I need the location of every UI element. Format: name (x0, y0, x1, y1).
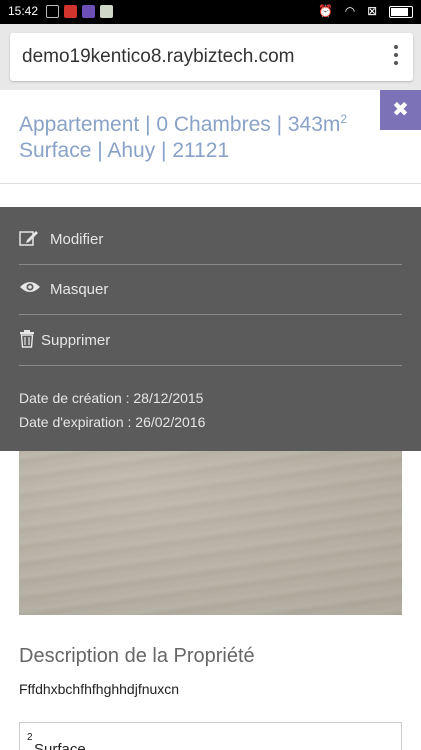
surface-superscript: 2 (27, 732, 33, 743)
menu-item-supprimer[interactable]: Supprimer (19, 316, 402, 366)
edit-icon (19, 229, 41, 249)
expiration-date: Date d'expiration : 26/02/2016 (19, 414, 206, 430)
eye-icon (19, 279, 41, 299)
app-icon (82, 5, 95, 18)
trash-icon (19, 330, 41, 350)
url-text[interactable]: demo19kentico8.raybiztech.com (22, 46, 294, 68)
property-modal: Appartement | 0 Chambres | 343m2 Surface… (0, 90, 421, 750)
surface-label: Surface : 343 m (34, 741, 86, 750)
actions-menu: Modifier Masquer Supprimer Date de créat… (0, 207, 421, 451)
title-line-2: Surface | Ahuy | 21121 (19, 139, 230, 162)
menu-item-label: Modifier (50, 231, 104, 248)
menu-item-masquer[interactable]: Masquer (19, 265, 402, 315)
battery-icon (389, 5, 413, 18)
description-heading: Description de la Propriété (19, 645, 255, 667)
status-bar: 15:42 ⏰ ◠ ⊠ (0, 0, 421, 24)
bag-icon (100, 5, 113, 18)
menu-item-label: Supprimer (41, 332, 111, 349)
creation-date: Date de création : 28/12/2015 (19, 390, 204, 406)
clock: 15:42 (8, 4, 39, 18)
wifi-icon: ◠ (344, 4, 356, 18)
close-button[interactable]: ✖ (380, 90, 421, 130)
sim-icon: ⊠ (367, 4, 378, 18)
menu-item-label: Masquer (50, 281, 109, 298)
title-line-1: Appartement | 0 Chambres | 343m (19, 113, 341, 136)
status-icons: ⏰ ◠ ⊠ (310, 4, 413, 18)
surface-field: Surface : 343 m2 (19, 722, 402, 750)
shield-icon (64, 5, 77, 18)
close-icon[interactable]: ✖ (392, 97, 409, 121)
gallery-icon (46, 5, 59, 18)
browser-toolbar: demo19kentico8.raybiztech.com (0, 24, 421, 90)
surface-value: Surface : 343 m2 (27, 732, 86, 750)
dates-block: Date de création : 28/12/2015 Date d'exp… (19, 386, 205, 434)
property-title: Appartement | 0 Chambres | 343m2 Surface… (19, 106, 369, 164)
property-photo (19, 451, 402, 615)
description-text: Fffdhxbchfhfhghhdjfnuxcn (19, 681, 180, 697)
menu-item-modifier[interactable]: Modifier (19, 215, 402, 265)
title-superscript: 2 (340, 112, 348, 126)
kebab-menu-icon[interactable] (393, 45, 399, 67)
address-bar[interactable]: demo19kentico8.raybiztech.com (10, 33, 413, 81)
divider (0, 183, 421, 184)
alarm-icon: ⏰ (318, 4, 333, 18)
